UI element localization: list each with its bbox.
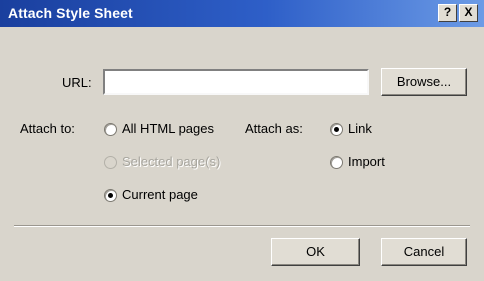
radio-import[interactable] (330, 156, 343, 169)
attach-to-label: Attach to: (20, 121, 75, 136)
attach-style-sheet-dialog: Attach Style Sheet ? X URL: Browse... At… (0, 0, 484, 281)
radio-link[interactable] (330, 123, 343, 136)
radio-selected-pages (104, 156, 117, 169)
radio-selected-dot (108, 193, 113, 198)
all-html-pages-label[interactable]: All HTML pages (122, 121, 214, 136)
radio-all-html-pages[interactable] (104, 123, 117, 136)
help-button[interactable]: ? (438, 4, 457, 22)
browse-button[interactable]: Browse... (381, 68, 467, 96)
ok-button[interactable]: OK (271, 238, 360, 266)
separator-highlight (14, 226, 470, 227)
url-input[interactable] (103, 69, 369, 95)
dialog-title: Attach Style Sheet (8, 5, 133, 21)
current-page-label[interactable]: Current page (122, 187, 198, 202)
link-label[interactable]: Link (348, 121, 372, 136)
radio-selected-dot (334, 127, 339, 132)
cancel-button[interactable]: Cancel (381, 238, 467, 266)
close-button[interactable]: X (459, 4, 478, 22)
url-label: URL: (62, 75, 92, 90)
title-bar[interactable]: Attach Style Sheet ? X (0, 0, 484, 27)
radio-current-page[interactable] (104, 189, 117, 202)
selected-pages-label: Selected page(s) (122, 154, 221, 169)
attach-as-label: Attach as: (245, 121, 303, 136)
import-label[interactable]: Import (348, 154, 385, 169)
